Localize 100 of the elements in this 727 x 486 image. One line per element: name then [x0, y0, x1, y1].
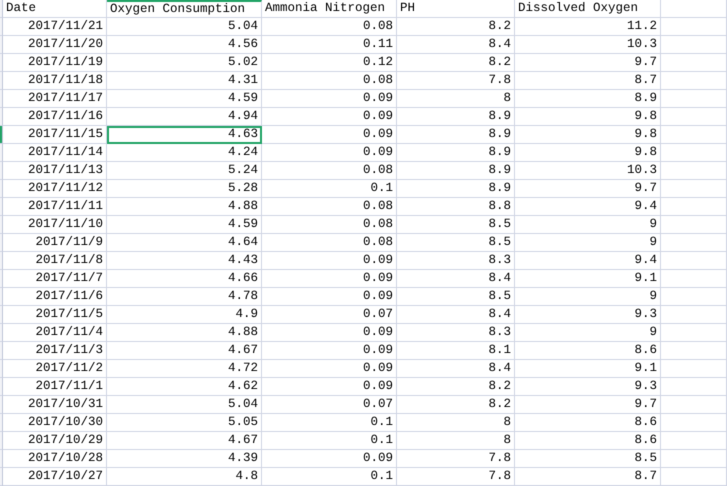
table-cell: 8.3 [397, 252, 515, 270]
table-cell: 4.62 [107, 378, 262, 396]
table-cell: 4.9 [107, 306, 262, 324]
table-cell: 2017/11/4 [3, 324, 107, 342]
table-cell: 2017/11/18 [3, 72, 107, 90]
table-cell: 9 [515, 216, 661, 234]
table-cell: 2017/10/27 [3, 468, 107, 486]
empty-cell [661, 180, 727, 198]
table-cell: 5.05 [107, 414, 262, 432]
empty-cell [661, 162, 727, 180]
table-cell: 4.66 [107, 270, 262, 288]
column-header: Oxygen Consumption [107, 0, 262, 18]
table-cell: 8.4 [397, 36, 515, 54]
table-cell: 2017/10/30 [3, 414, 107, 432]
table-cell: 5.04 [107, 396, 262, 414]
table-cell: 8.5 [397, 216, 515, 234]
table-cell: 7.8 [397, 72, 515, 90]
table-cell: 2017/11/5 [3, 306, 107, 324]
empty-cell [661, 216, 727, 234]
empty-cell [661, 198, 727, 216]
table-cell: 2017/11/19 [3, 54, 107, 72]
table-cell: 2017/11/8 [3, 252, 107, 270]
table-cell: 9.4 [515, 198, 661, 216]
empty-cell [661, 450, 727, 468]
table-cell: 9 [515, 324, 661, 342]
table-cell: 2017/11/20 [3, 36, 107, 54]
table-cell: 4.59 [107, 216, 262, 234]
table-cell: 8.9 [397, 144, 515, 162]
column-header: Dissolved Oxygen [515, 0, 661, 18]
empty-cell [661, 432, 727, 450]
table-cell: 8 [397, 432, 515, 450]
table-cell: 2017/11/12 [3, 180, 107, 198]
table-cell: 9.4 [515, 252, 661, 270]
table-cell: 8.4 [397, 360, 515, 378]
table-cell: 8.1 [397, 342, 515, 360]
table-cell: 9 [515, 288, 661, 306]
table-cell: 8.5 [515, 450, 661, 468]
table-cell: 0.07 [262, 306, 397, 324]
table-cell: 0.09 [262, 342, 397, 360]
table-cell: 8.6 [515, 342, 661, 360]
table-cell: 9.8 [515, 144, 661, 162]
table-cell: 9.7 [515, 180, 661, 198]
table-cell: 0.12 [262, 54, 397, 72]
table-cell: 5.24 [107, 162, 262, 180]
table-cell: 0.09 [262, 324, 397, 342]
table-cell: 9.3 [515, 306, 661, 324]
empty-cell [661, 144, 727, 162]
table-cell: 4.64 [107, 234, 262, 252]
table-cell: 9.3 [515, 378, 661, 396]
active-cell: 4.63 [107, 126, 262, 144]
table-cell: 8 [397, 90, 515, 108]
table-cell: 9.1 [515, 270, 661, 288]
table-cell: 9.8 [515, 108, 661, 126]
table-cell: 0.09 [262, 288, 397, 306]
table-cell: 2017/11/11 [3, 198, 107, 216]
table-cell: 0.08 [262, 198, 397, 216]
empty-cell [661, 54, 727, 72]
table-cell: 8.4 [397, 306, 515, 324]
table-cell: 4.24 [107, 144, 262, 162]
empty-cell [661, 396, 727, 414]
table-cell: 0.09 [262, 108, 397, 126]
empty-cell [661, 360, 727, 378]
table-cell: 2017/11/10 [3, 216, 107, 234]
table-cell: 2017/11/9 [3, 234, 107, 252]
empty-cell [661, 108, 727, 126]
table-cell: 5.28 [107, 180, 262, 198]
table-cell: 2017/11/6 [3, 288, 107, 306]
table-cell: 5.04 [107, 18, 262, 36]
table-cell: 4.39 [107, 450, 262, 468]
table-cell: 8.6 [515, 414, 661, 432]
table-cell: 7.8 [397, 468, 515, 486]
table-cell: 9 [515, 234, 661, 252]
table-cell: 8.7 [515, 468, 661, 486]
table-cell: 8.9 [397, 126, 515, 144]
table-cell: 0.08 [262, 72, 397, 90]
table-cell: 4.8 [107, 468, 262, 486]
empty-cell [661, 90, 727, 108]
table-cell: 8.9 [515, 90, 661, 108]
table-cell: 2017/11/2 [3, 360, 107, 378]
table-cell: 4.67 [107, 342, 262, 360]
table-cell: 9.7 [515, 396, 661, 414]
empty-cell [661, 342, 727, 360]
empty-cell [661, 378, 727, 396]
table-cell: 8.5 [397, 288, 515, 306]
table-cell: 0.09 [262, 252, 397, 270]
table-cell: 8.5 [397, 234, 515, 252]
table-cell: 8.2 [397, 378, 515, 396]
table-cell: 9.8 [515, 126, 661, 144]
column-header: Date [3, 0, 107, 18]
table-cell: 4.94 [107, 108, 262, 126]
table-cell: 9.7 [515, 54, 661, 72]
empty-cell [661, 414, 727, 432]
empty-cell [661, 234, 727, 252]
table-cell: 2017/11/3 [3, 342, 107, 360]
table-cell: 2017/10/28 [3, 450, 107, 468]
table-cell: 4.31 [107, 72, 262, 90]
table-cell: 8 [397, 414, 515, 432]
table-cell: 2017/10/31 [3, 396, 107, 414]
table-cell: 8.2 [397, 396, 515, 414]
table-cell: 4.72 [107, 360, 262, 378]
